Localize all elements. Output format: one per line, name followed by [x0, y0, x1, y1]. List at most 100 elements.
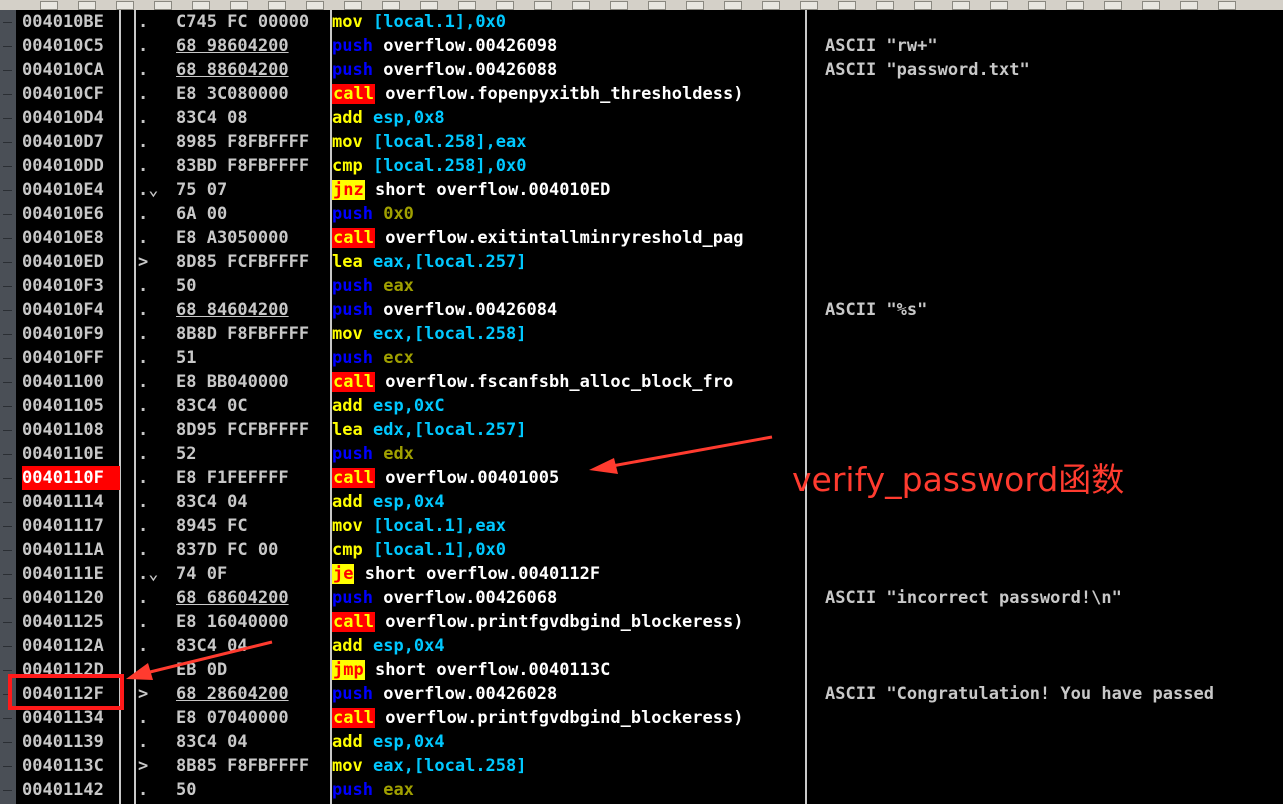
address-cell[interactable]: 004010E6 — [22, 202, 120, 226]
address-cell[interactable]: 0040111E — [22, 562, 120, 586]
instruction-cell[interactable]: lea edx,[local.257] — [332, 418, 806, 442]
instruction-cell[interactable]: add esp,0x4 — [332, 730, 806, 754]
toolbar-button[interactable] — [1180, 1, 1198, 10]
toolbar-button[interactable] — [648, 1, 666, 10]
instruction-cell[interactable]: cmp [local.258],0x0 — [332, 154, 806, 178]
address-cell[interactable]: 004010BE — [22, 10, 120, 34]
instruction-cell[interactable]: add esp,0x8 — [332, 106, 806, 130]
address-cell[interactable]: 004010CA — [22, 58, 120, 82]
toolbar-button[interactable] — [420, 1, 438, 10]
instruction-cell[interactable]: lea eax,[local.257] — [332, 250, 806, 274]
address-cell[interactable]: 004010FF — [22, 346, 120, 370]
address-cell[interactable]: 0040110E — [22, 442, 120, 466]
toolbar-button[interactable] — [1142, 1, 1160, 10]
toolbar-button[interactable] — [458, 1, 476, 10]
toolbar-button[interactable] — [534, 1, 552, 10]
address-cell[interactable]: 00401120 — [22, 586, 120, 610]
toolbar-button[interactable] — [192, 1, 210, 10]
table-row[interactable]: 004010C5. 68 98604200 push overflow.004260… — [16, 34, 1283, 58]
address-cell[interactable]: 004010ED — [22, 250, 120, 274]
instruction-cell[interactable]: mov eax,[local.258] — [332, 754, 806, 778]
address-cell[interactable]: 0040113C — [22, 754, 120, 778]
address-cell[interactable]: 004010DD — [22, 154, 120, 178]
toolbar-button[interactable] — [382, 1, 400, 10]
table-row[interactable]: 00401139. 83C4 04 add esp,0x4 — [16, 730, 1283, 754]
instruction-cell[interactable]: push overflow.00426028 — [332, 682, 806, 706]
toolbar-button[interactable] — [610, 1, 628, 10]
table-row[interactable]: 004010F3. 50 push eax — [16, 274, 1283, 298]
table-row[interactable]: 0040112D. EB 0D jmp short overflow.0040113… — [16, 658, 1283, 682]
address-cell[interactable]: 00401139 — [22, 730, 120, 754]
toolbar-button[interactable] — [154, 1, 172, 10]
address-cell[interactable]: 00401105 — [22, 394, 120, 418]
instruction-cell[interactable]: mov ecx,[local.258] — [332, 322, 806, 346]
instruction-cell[interactable]: add esp,0xC — [332, 394, 806, 418]
table-row[interactable]: 004010F4. 68 84604200 push overflow.004260… — [16, 298, 1283, 322]
table-row[interactable]: 004010DD. 83BD F8FBFFFF cmp [local.258],0x… — [16, 154, 1283, 178]
instruction-cell[interactable]: jmp short overflow.0040113C — [332, 658, 806, 682]
toolbar-button[interactable] — [230, 1, 248, 10]
table-row[interactable]: 004010E8. E8 A3050000 call overflow.exitin… — [16, 226, 1283, 250]
instruction-cell[interactable]: jnz short overflow.004010ED — [332, 178, 806, 202]
table-row[interactable]: 00401117. 8945 FC mov [local.1],eax — [16, 514, 1283, 538]
toolbar-button[interactable] — [344, 1, 362, 10]
toolbar-button[interactable] — [40, 1, 58, 10]
instruction-cell[interactable]: push overflow.00426088 — [332, 58, 806, 82]
disassembly-pane[interactable]: 004010BE. C745 FC 00000 mov [local.1],0x0 0… — [16, 10, 1283, 804]
address-cell[interactable]: 0040110F — [22, 466, 120, 490]
toolbar-button[interactable] — [1104, 1, 1122, 10]
table-row[interactable]: 00401134. E8 07040000 call overflow.printf… — [16, 706, 1283, 730]
address-cell[interactable]: 00401125 — [22, 610, 120, 634]
table-row[interactable]: 0040111E .⌄ 74 0F je short overflow.0040112… — [16, 562, 1283, 586]
instruction-cell[interactable]: call overflow.fopenpyxitbh_thresholdess) — [332, 82, 806, 106]
toolbar-button[interactable] — [268, 1, 286, 10]
instruction-cell[interactable]: push eax — [332, 778, 806, 802]
table-row[interactable]: 004010F9. 8B8D F8FBFFFF mov ecx,[local.258… — [16, 322, 1283, 346]
toolbar-button[interactable] — [78, 1, 96, 10]
instruction-cell[interactable]: push overflow.00426068 — [332, 586, 806, 610]
table-row[interactable]: 004010CF. E8 3C080000 call overflow.fopenp… — [16, 82, 1283, 106]
instruction-cell[interactable]: push edx — [332, 442, 806, 466]
table-row[interactable]: 004010ED >8D85 FCFBFFFF lea eax,[local.257… — [16, 250, 1283, 274]
address-cell[interactable]: 004010C5 — [22, 34, 120, 58]
address-cell[interactable]: 00401142 — [22, 778, 120, 802]
table-row[interactable]: 00401142. 50 push eax — [16, 778, 1283, 802]
instruction-cell[interactable]: call overflow.fscanfsbh_alloc_block_fro — [332, 370, 806, 394]
toolbar-button[interactable] — [496, 1, 514, 10]
table-row[interactable]: 004010D7. 8985 F8FBFFFF mov [local.258],ea… — [16, 130, 1283, 154]
toolbar-button[interactable] — [724, 1, 742, 10]
address-cell[interactable]: 00401114 — [22, 490, 120, 514]
table-row[interactable]: 004010BE. C745 FC 00000 mov [local.1],0x0 — [16, 10, 1283, 34]
address-cell[interactable]: 004010CF — [22, 82, 120, 106]
address-cell[interactable]: 004010E4 — [22, 178, 120, 202]
toolbar-button[interactable] — [838, 1, 856, 10]
address-cell[interactable]: 004010D7 — [22, 130, 120, 154]
table-row[interactable]: 004010E6. 6A 00 push 0x0 — [16, 202, 1283, 226]
table-row[interactable]: 004010D4. 83C4 08 add esp,0x8 — [16, 106, 1283, 130]
toolbar-button[interactable] — [1066, 1, 1084, 10]
address-cell[interactable]: 004010F3 — [22, 274, 120, 298]
instruction-cell[interactable]: mov [local.1],0x0 — [332, 10, 806, 34]
toolbar-button[interactable] — [762, 1, 780, 10]
instruction-cell[interactable]: mov [local.1],eax — [332, 514, 806, 538]
address-cell[interactable]: 00401108 — [22, 418, 120, 442]
instruction-cell[interactable]: call overflow.00401005 — [332, 466, 806, 490]
address-cell[interactable]: 004010D4 — [22, 106, 120, 130]
toolbar-button[interactable] — [876, 1, 894, 10]
instruction-cell[interactable]: call overflow.exitintallminryreshold_pag — [332, 226, 806, 250]
table-row[interactable]: 0040112F >68 28604200 push overflow.004260… — [16, 682, 1283, 706]
instruction-cell[interactable]: push 0x0 — [332, 202, 806, 226]
table-row[interactable]: 00401105. 83C4 0C add esp,0xC — [16, 394, 1283, 418]
address-cell[interactable]: 004010F4 — [22, 298, 120, 322]
instruction-cell[interactable]: push overflow.00426098 — [332, 34, 806, 58]
instruction-cell[interactable]: je short overflow.0040112F — [332, 562, 806, 586]
address-cell[interactable]: 00401100 — [22, 370, 120, 394]
table-row[interactable]: 004010CA. 68 88604200 push overflow.004260… — [16, 58, 1283, 82]
instruction-cell[interactable]: push ecx — [332, 346, 806, 370]
toolbar-button[interactable] — [686, 1, 704, 10]
toolbar-button[interactable] — [1218, 1, 1236, 10]
instruction-cell[interactable]: cmp [local.1],0x0 — [332, 538, 806, 562]
instruction-cell[interactable]: mov [local.258],eax — [332, 130, 806, 154]
address-cell[interactable]: 004010F9 — [22, 322, 120, 346]
instruction-cell[interactable]: push eax — [332, 274, 806, 298]
